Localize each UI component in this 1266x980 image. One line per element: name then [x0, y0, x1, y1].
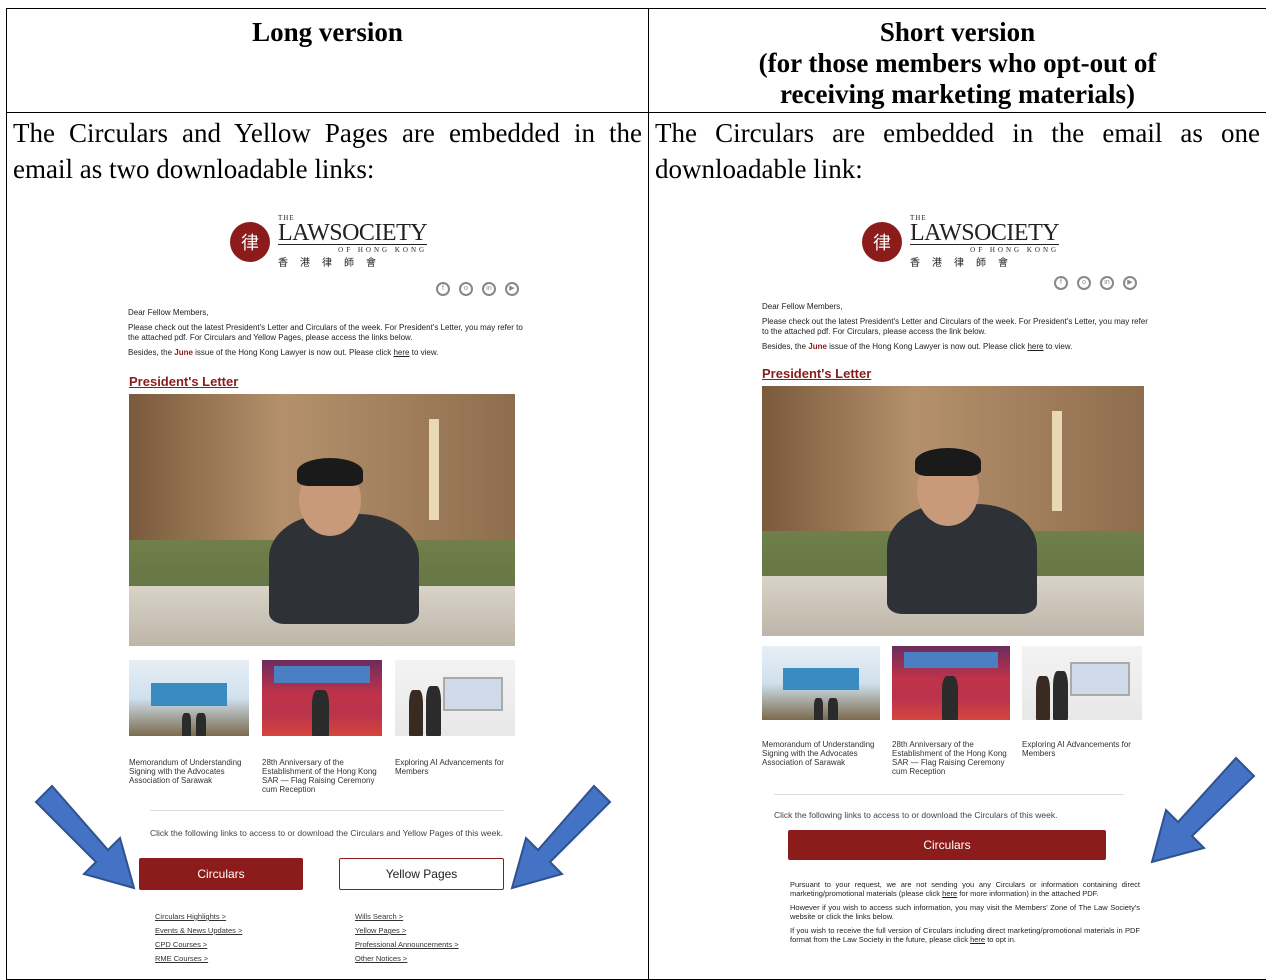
thumbnail-ai-short[interactable]: [1022, 646, 1142, 720]
logo-main: LAWSOCIETY: [910, 220, 1060, 246]
link-professional-announcements[interactable]: Professional Announcements >: [355, 938, 459, 952]
paragraph-2: Besides, the June issue of the Hong Kong…: [762, 342, 1073, 351]
opt-out-para-2: However if you wish to access such infor…: [790, 903, 1140, 921]
email-long: 律 THE LAWSOCIETY OF HONG KONG 香港律師會 f o …: [0, 0, 642, 980]
opt-out-notice: Pursuant to your request, we are not sen…: [790, 880, 1140, 949]
arrow-icon-left: [34, 784, 136, 890]
links-note: Click the following links to access to o…: [150, 828, 503, 838]
email-body-long: Dear Fellow Members, Please check out th…: [128, 308, 524, 363]
yellow-pages-button[interactable]: Yellow Pages: [339, 858, 504, 890]
thumbnail-flag-raising[interactable]: [262, 660, 382, 736]
more-info-link[interactable]: here: [942, 889, 957, 898]
email-short: 律 THE LAWSOCIETY OF HONG KONG 香港律師會 f o …: [648, 0, 1266, 980]
opt-out-para-3: If you wish to receive the full version …: [790, 926, 1140, 944]
thumbnail-ai[interactable]: [395, 660, 515, 736]
seal-icon: 律: [230, 221, 270, 262]
presidents-photo: [129, 394, 515, 646]
arrow-icon-short: [1150, 756, 1256, 864]
link-circulars-highlights[interactable]: Circulars Highlights >: [155, 910, 242, 924]
law-society-logo-short: 律 THE LAWSOCIETY OF HONG KONG 香港律師會: [862, 214, 1060, 269]
opt-in-link[interactable]: here: [970, 935, 985, 944]
arrow-icon-right: [510, 784, 612, 890]
caption-1: Memorandum of Understanding Signing with…: [129, 758, 242, 785]
paragraph-2: Besides, the June issue of the Hong Kong…: [128, 348, 439, 357]
youtube-icon[interactable]: ▶: [505, 282, 519, 296]
youtube-icon[interactable]: ▶: [1123, 276, 1137, 290]
link-events-news[interactable]: Events & News Updates >: [155, 924, 242, 938]
social-icons: f o in ▶: [436, 282, 519, 296]
presidents-letter-title[interactable]: President's Letter: [129, 374, 238, 389]
circulars-button-short[interactable]: Circulars: [788, 830, 1106, 860]
greeting: Dear Fellow Members,: [128, 308, 209, 317]
left-links: Circulars Highlights > Events & News Upd…: [155, 910, 242, 966]
hk-lawyer-link[interactable]: here: [393, 348, 409, 357]
link-cpd-courses[interactable]: CPD Courses >: [155, 938, 242, 952]
logo-sub: OF HONG KONG: [970, 246, 1060, 254]
right-links: Wills Search > Yellow Pages > Profession…: [355, 910, 459, 966]
caption-1: Memorandum of Understanding Signing with…: [762, 740, 875, 767]
logo-main: LAWSOCIETY: [278, 220, 428, 246]
paragraph-1: Please check out the latest President's …: [128, 323, 523, 342]
circulars-button[interactable]: Circulars: [139, 858, 303, 890]
linkedin-icon[interactable]: in: [482, 282, 496, 296]
caption-2: 28th Anniversary of the Establishment of…: [262, 758, 377, 794]
instagram-icon[interactable]: o: [1077, 276, 1091, 290]
link-wills-search[interactable]: Wills Search >: [355, 910, 459, 924]
social-icons-short: f o in ▶: [1054, 276, 1137, 290]
linkedin-icon[interactable]: in: [1100, 276, 1114, 290]
presidents-photo-short: [762, 386, 1144, 636]
divider: [774, 794, 1124, 795]
link-other-notices[interactable]: Other Notices >: [355, 952, 459, 966]
presidents-letter-title-short[interactable]: President's Letter: [762, 366, 871, 381]
paragraph-1: Please check out the latest President's …: [762, 317, 1148, 336]
logo-chinese: 香港律師會: [278, 258, 388, 269]
divider: [150, 810, 504, 811]
link-yellow-pages[interactable]: Yellow Pages >: [355, 924, 459, 938]
caption-3: Exploring AI Advancements for Members: [1022, 740, 1131, 758]
links-note-short: Click the following links to access to o…: [774, 810, 1058, 820]
thumbnail-flag-raising-short[interactable]: [892, 646, 1010, 720]
instagram-icon[interactable]: o: [459, 282, 473, 296]
facebook-icon[interactable]: f: [436, 282, 450, 296]
facebook-icon[interactable]: f: [1054, 276, 1068, 290]
thumbnail-mou[interactable]: [129, 660, 249, 736]
thumbnail-mou-short[interactable]: [762, 646, 880, 720]
opt-out-para-1: Pursuant to your request, we are not sen…: [790, 880, 1140, 898]
caption-3: Exploring AI Advancements for Members: [395, 758, 504, 776]
law-society-logo: 律 THE LAWSOCIETY OF HONG KONG 香港律師會: [230, 214, 428, 269]
greeting: Dear Fellow Members,: [762, 302, 843, 311]
seal-icon: 律: [862, 221, 902, 262]
link-rme-courses[interactable]: RME Courses >: [155, 952, 242, 966]
hk-lawyer-link[interactable]: here: [1027, 342, 1043, 351]
email-body-short: Dear Fellow Members, Please check out th…: [762, 302, 1152, 357]
logo-sub: OF HONG KONG: [338, 246, 428, 254]
logo-chinese: 香港律師會: [910, 258, 1020, 269]
caption-2: 28th Anniversary of the Establishment of…: [892, 740, 1007, 776]
